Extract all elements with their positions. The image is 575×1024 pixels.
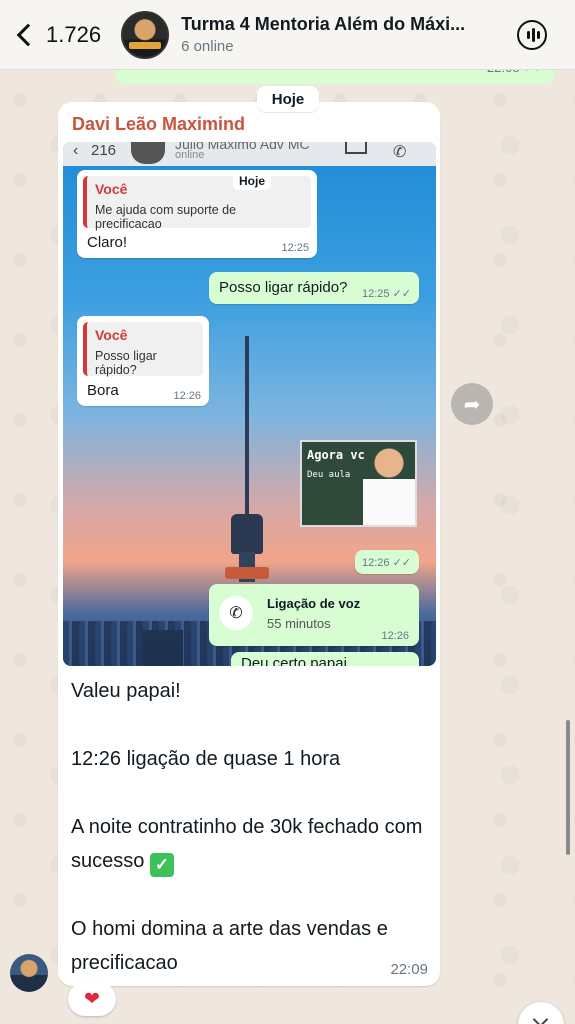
quoted-message: Você Posso ligar rápido? [83, 322, 203, 377]
group-title: Turma 4 Mentoria Além do Máxi... [181, 14, 466, 34]
back-button[interactable]: 1.726 [14, 22, 101, 48]
caption-line: O homi domina a arte das vendas e precif… [71, 918, 388, 974]
heart-reaction[interactable]: ❤ [68, 982, 116, 1016]
quoted-text: Posso ligar rápido? [95, 349, 157, 377]
chevron-left-icon [16, 23, 40, 46]
caption-line [71, 878, 431, 912]
message-caption: Valeu papai! 12:26 ligação de quase 1 ho… [71, 674, 431, 980]
forward-icon[interactable]: ➦ [451, 383, 493, 425]
screenshot-message-reply-2: Você Posso ligar rápido? Bora 12:26 [77, 316, 209, 406]
screenshot-header: ‹ 216 Júlio Máximo Adv MC online ✆ [63, 142, 436, 166]
sender-avatar[interactable] [10, 954, 48, 992]
message-time: 12:26 [381, 630, 409, 642]
caption-line [71, 776, 431, 810]
video-call-icon [345, 142, 367, 154]
group-online-count: 6 online [181, 38, 234, 55]
message-text: Deu certo papai [241, 655, 347, 666]
group-call-icon[interactable] [517, 19, 547, 50]
meme-sticker: Agora vc Deu aula [300, 440, 417, 527]
quoted-sender: Você [95, 181, 128, 197]
message-time: 22:09 [390, 961, 428, 978]
screenshot-avatar [131, 142, 165, 164]
message-time: 12:26 ✓✓ [361, 557, 411, 569]
phone-icon: ✆ [393, 144, 407, 161]
meme-line-1: Agora vc [307, 448, 365, 462]
tower-ring [225, 567, 269, 579]
quoted-sender: Você [95, 327, 128, 343]
voice-call-title: Ligação de voz [267, 596, 361, 611]
voice-call-bubble: ✆ Ligação de voz 55 minutos 12:26 [209, 584, 419, 646]
check-mark-emoji: ✓ [149, 853, 174, 877]
caption-line [71, 708, 431, 742]
unread-count: 1.726 [46, 21, 102, 47]
caption-line: 12:26 ligação de quase 1 hora [71, 748, 341, 770]
tower-spire [245, 336, 249, 526]
sender-name[interactable]: Davi Leão Maximind [72, 114, 245, 135]
phone-call-icon: ✆ [219, 596, 253, 630]
scrollbar[interactable] [566, 720, 570, 855]
screenshot-message-outgoing-2: Deu certo papai [231, 652, 419, 666]
meme-line-2: Deu aula [307, 470, 351, 480]
caption-line: Valeu papai! [71, 680, 181, 702]
tower-pod [231, 514, 263, 554]
chevron-down-icon [532, 1011, 549, 1024]
screenshot-message-reply: Você Me ajuda com suporte de precificaca… [77, 170, 317, 258]
message-time: 12:26 [173, 390, 201, 402]
screenshot-message-outgoing: Posso ligar rápido? 12:25 ✓✓ [209, 272, 419, 304]
screenshot-count: 216 [91, 142, 117, 159]
chat-header: 1.726 Turma 4 Mentoria Além do Máxi... 6… [0, 0, 575, 70]
voice-call-duration: 55 minutos [267, 616, 331, 631]
caption-line: A noite contratinho de 30k fechado com s… [71, 810, 431, 878]
meme-person [363, 442, 415, 525]
quoted-message: Você Me ajuda com suporte de precificaca… [83, 176, 311, 231]
date-separator: Hoje [257, 86, 319, 112]
message-text: Posso ligar rápido? [219, 279, 348, 296]
message-text: Claro! [87, 234, 128, 251]
message-time: 12:25 ✓✓ [361, 288, 411, 300]
message-text: Bora [87, 382, 119, 399]
screenshot-back-icon: ‹ [73, 142, 79, 159]
incoming-message-bubble[interactable]: Davi Leão Maximind ‹ 216 Júlio Máximo Ad… [58, 102, 440, 986]
screenshot-date-pill: Hoje [233, 172, 272, 190]
group-info[interactable]: Turma 4 Mentoria Além do Máxi... 6 onlin… [181, 14, 517, 55]
group-avatar[interactable] [121, 10, 170, 59]
quoted-text: Me ajuda com suporte de precificacao [95, 203, 237, 231]
screenshot-status: online [175, 149, 205, 161]
message-image[interactable]: ‹ 216 Júlio Máximo Adv MC online ✆ Você … [63, 142, 436, 666]
screenshot-meme-time: 12:26 ✓✓ [355, 550, 419, 574]
message-time: 12:25 [281, 242, 309, 254]
